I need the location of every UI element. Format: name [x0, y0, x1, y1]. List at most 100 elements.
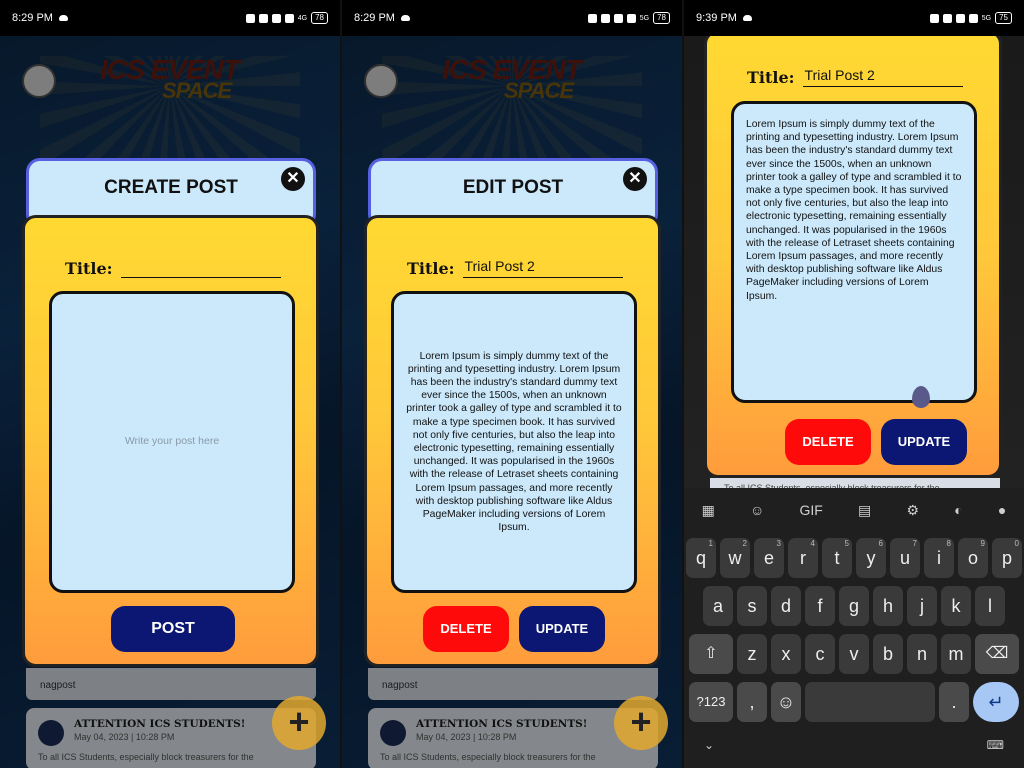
post-form: Title: Write your post here POST [22, 215, 319, 667]
screen-edit-keyboard: 9:39 PM 5G 75 To all ICS Students, espec… [684, 0, 1024, 768]
title-row: Title: Trial Post 2 [407, 258, 623, 278]
post-button[interactable]: POST [111, 606, 235, 652]
status-time: 8:29 PM [12, 12, 53, 24]
status-time: 9:39 PM [696, 12, 737, 24]
screen-edit-post: 8:29 PM 5G 78 ICS EVENT SPACE nagpost ATT… [342, 0, 682, 768]
alarm-icon [942, 13, 952, 23]
nfc-icon [613, 13, 623, 23]
post-body-input[interactable]: Lorem Ipsum is simply dummy text of the … [391, 291, 637, 593]
vibrate-icon [245, 13, 255, 23]
cloud-icon [58, 15, 68, 21]
palette-icon[interactable]: ◐ [954, 502, 962, 518]
title-input[interactable]: Trial Post 2 [802, 67, 963, 87]
key-v[interactable]: v [839, 634, 869, 674]
post-body-input[interactable]: Write your post here [49, 291, 295, 593]
post-body-placeholder: Write your post here [124, 435, 220, 448]
key-r[interactable]: r4 [788, 538, 818, 578]
alarm-icon [600, 13, 610, 23]
mic-icon[interactable]: ● [998, 502, 1006, 518]
chevron-down-icon[interactable]: ⌄ [704, 738, 714, 752]
close-icon[interactable]: ✕ [623, 167, 647, 191]
add-post-button[interactable]: + [272, 696, 326, 750]
key-d[interactable]: d [771, 586, 801, 626]
vibrate-icon [587, 13, 597, 23]
wifi-icon [626, 13, 636, 23]
shift-key[interactable]: ⇧ [689, 634, 733, 674]
key-g[interactable]: g [839, 586, 869, 626]
post-body-text: Lorem Ipsum is simply dummy text of the … [746, 119, 962, 302]
period-key[interactable]: . [939, 682, 969, 722]
status-bar: 8:29 PM 4G 78 [0, 0, 340, 36]
wifi-icon [284, 13, 294, 23]
backspace-key[interactable]: ⌫ [975, 634, 1019, 674]
enter-key[interactable]: ↵ [973, 682, 1019, 722]
network-label: 5G [981, 14, 992, 22]
key-a[interactable]: a [703, 586, 733, 626]
key-u[interactable]: u7 [890, 538, 920, 578]
emoji-key[interactable]: ☺ [771, 682, 801, 722]
gear-icon[interactable]: ⚙ [906, 502, 919, 519]
close-icon[interactable]: ✕ [281, 167, 305, 191]
key-b[interactable]: b [873, 634, 903, 674]
key-w[interactable]: w2 [720, 538, 750, 578]
status-time: 8:29 PM [354, 12, 395, 24]
key-z[interactable]: z [737, 634, 767, 674]
delete-button[interactable]: DELETE [423, 606, 509, 652]
key-y[interactable]: y6 [856, 538, 886, 578]
post-form: Title: Trial Post 2 Lorem Ipsum is simpl… [364, 215, 661, 667]
key-x[interactable]: x [771, 634, 801, 674]
vibrate-icon [929, 13, 939, 23]
screen-create-post: 8:29 PM 4G 78 ICS EVENT SPACE nagpost ATT… [0, 0, 340, 768]
key-k[interactable]: k [941, 586, 971, 626]
key-l[interactable]: l [975, 586, 1005, 626]
clipboard-icon[interactable]: ▤ [858, 502, 871, 519]
network-label: 4G [297, 14, 308, 22]
title-input[interactable] [120, 258, 281, 278]
title-label: Title: [65, 259, 113, 278]
key-m[interactable]: m [941, 634, 971, 674]
alarm-icon [258, 13, 268, 23]
key-c[interactable]: c [805, 634, 835, 674]
keyboard-switch-icon[interactable]: ⌨ [987, 738, 1004, 752]
status-icons: 5G 75 [929, 12, 1012, 24]
wifi-icon [968, 13, 978, 23]
key-t[interactable]: t5 [822, 538, 852, 578]
key-n[interactable]: n [907, 634, 937, 674]
key-h[interactable]: h [873, 586, 903, 626]
add-post-button[interactable]: + [614, 696, 668, 750]
comma-key[interactable]: , [737, 682, 767, 722]
symbols-key[interactable]: ?123 [689, 682, 733, 722]
sticker-icon[interactable]: ☺ [750, 502, 764, 518]
space-key[interactable] [805, 682, 935, 722]
title-input[interactable]: Trial Post 2 [462, 258, 623, 278]
update-button[interactable]: UPDATE [881, 419, 967, 465]
status-bar: 8:29 PM 5G 78 [342, 0, 682, 36]
key-o[interactable]: o9 [958, 538, 988, 578]
post-body-input[interactable]: Lorem Ipsum is simply dummy text of the … [731, 101, 977, 408]
battery-icon: 78 [311, 12, 328, 24]
text-cursor-handle[interactable] [912, 386, 930, 408]
key-f[interactable]: f [805, 586, 835, 626]
update-button[interactable]: UPDATE [519, 606, 605, 652]
apps-grid-icon[interactable]: ▦ [702, 502, 715, 519]
soft-keyboard: ▦ ☺ GIF ▤ ⚙ ◐ ● q1w2e3r4t5y6u7i8o9p0 asd… [684, 488, 1024, 768]
key-s[interactable]: s [737, 586, 767, 626]
keyboard-toolbar: ▦ ☺ GIF ▤ ⚙ ◐ ● [684, 488, 1024, 532]
key-j[interactable]: j [907, 586, 937, 626]
keyboard-row-4: ?123 , ☺ . ↵ [684, 682, 1024, 722]
status-icons: 4G 78 [245, 12, 328, 24]
cloud-icon [742, 15, 752, 21]
key-i[interactable]: i8 [924, 538, 954, 578]
status-bar: 9:39 PM 5G 75 [684, 0, 1024, 36]
key-q[interactable]: q1 [686, 538, 716, 578]
nfc-icon [271, 13, 281, 23]
delete-button[interactable]: DELETE [785, 419, 871, 465]
key-e[interactable]: e3 [754, 538, 784, 578]
status-icons: 5G 78 [587, 12, 670, 24]
gif-button[interactable]: GIF [800, 502, 823, 518]
network-label: 5G [639, 14, 650, 22]
post-body-text: Lorem Ipsum is simply dummy text of the … [406, 350, 622, 534]
modal-title: CREATE POST [104, 177, 238, 198]
key-p[interactable]: p0 [992, 538, 1022, 578]
title-label: Title: [747, 68, 795, 87]
